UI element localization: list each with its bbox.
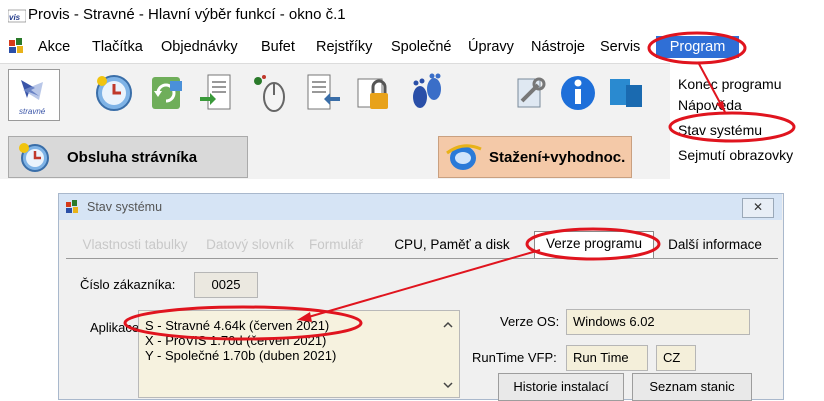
stav-systemu-highlight bbox=[668, 111, 796, 143]
annotation-overlay bbox=[123, 31, 796, 341]
program-menu-highlight bbox=[647, 31, 747, 65]
version-pointer-arrowhead bbox=[297, 312, 312, 322]
menu-pointer-arrowhead bbox=[716, 101, 725, 112]
verze-programu-highlight bbox=[525, 227, 661, 261]
version-pointer-arrow bbox=[304, 249, 541, 319]
